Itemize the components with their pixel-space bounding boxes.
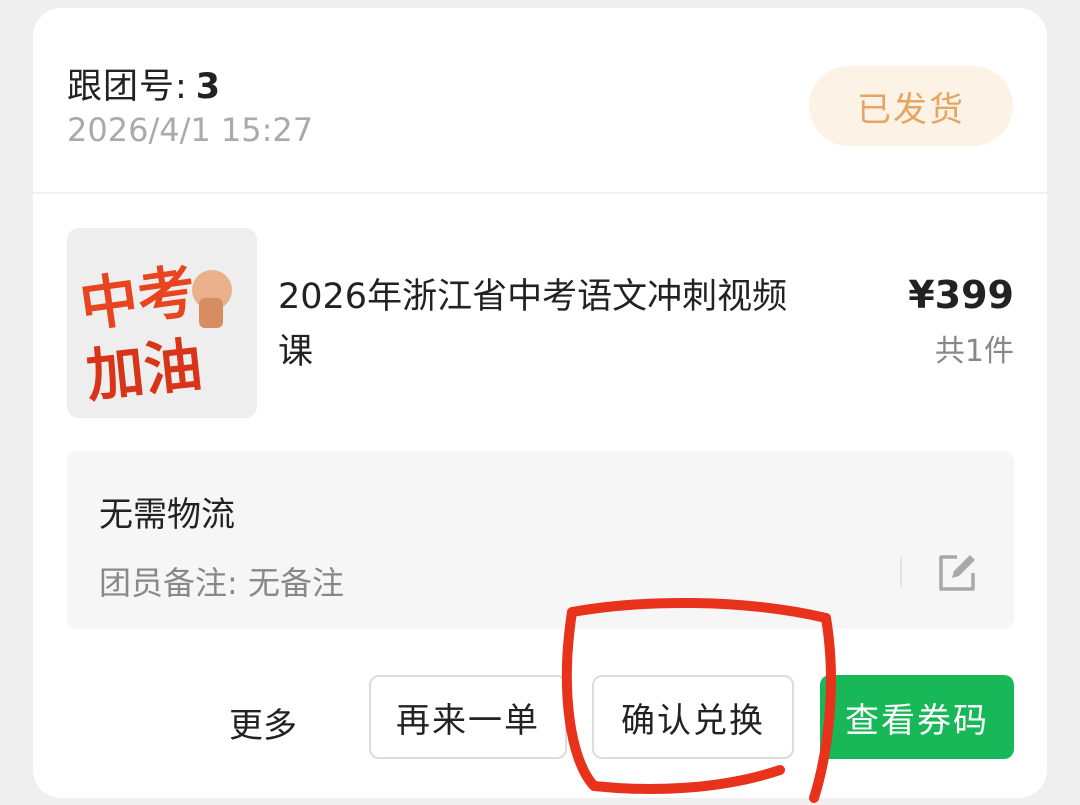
product-image: 中考 加油: [67, 228, 257, 418]
delivery-info: 无需物流 团员备注: 无备注: [67, 451, 1014, 629]
view-code-button[interactable]: 查看券码: [820, 675, 1014, 759]
group-number-label: 跟团号:: [67, 67, 188, 107]
note-separator: [900, 557, 902, 587]
svg-text:加油: 加油: [83, 330, 205, 410]
group-number-value: 3: [195, 67, 222, 107]
order-timestamp: 2026/4/1 15:27: [67, 111, 314, 149]
product-quantity: 共1件: [934, 334, 1014, 369]
group-number-row: 跟团号: 3: [67, 58, 221, 109]
logistics-text: 无需物流: [99, 495, 235, 535]
order-card: 跟团号: 3 2026/4/1 15:27 已发货 中考 加油 2026年浙江省中…: [33, 8, 1047, 798]
reorder-button[interactable]: 再来一单: [369, 675, 567, 759]
member-note: 团员备注: 无备注: [99, 564, 344, 602]
product-title[interactable]: 2026年浙江省中考语文冲刺视频课: [278, 270, 798, 380]
edit-icon[interactable]: [935, 551, 979, 595]
product-thumbnail[interactable]: 中考 加油: [67, 228, 257, 418]
product-price: ¥399: [908, 273, 1014, 317]
status-badge: 已发货: [809, 66, 1013, 146]
confirm-redeem-button[interactable]: 确认兑换: [592, 675, 794, 759]
more-button[interactable]: 更多: [229, 698, 297, 747]
divider: [33, 192, 1047, 194]
